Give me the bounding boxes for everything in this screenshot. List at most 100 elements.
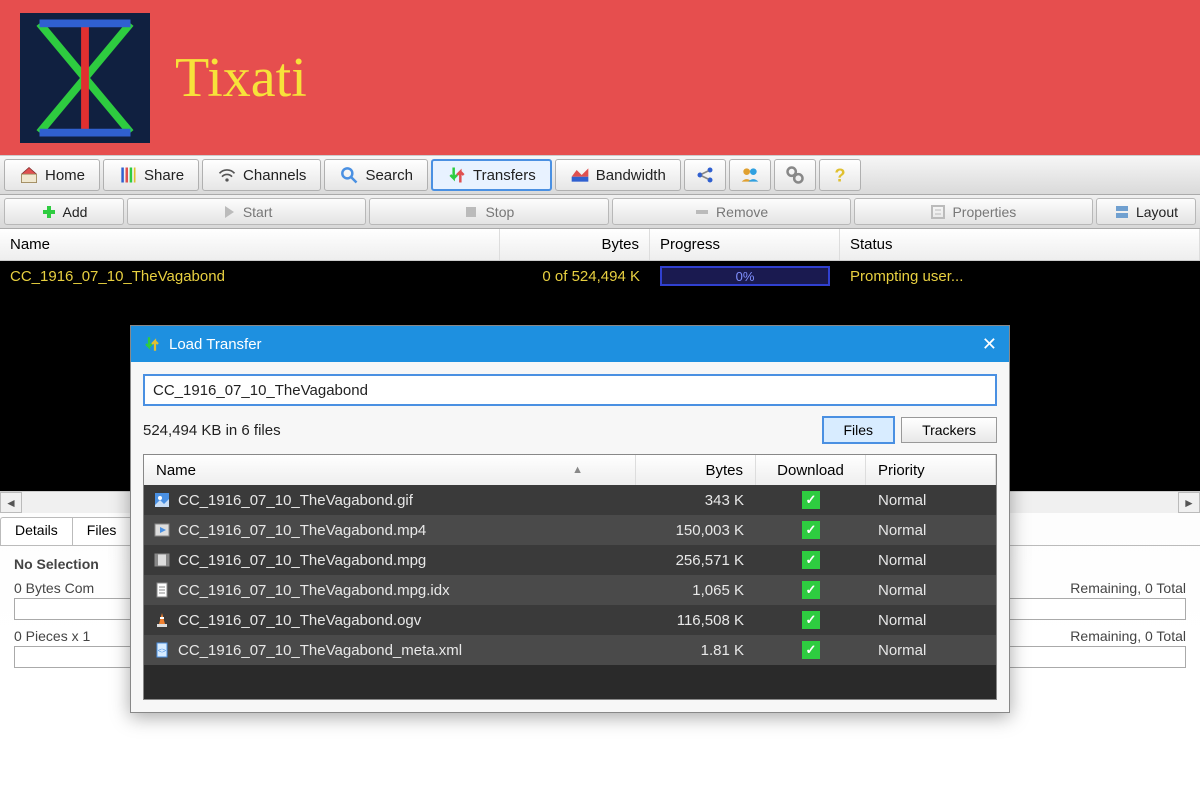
app-logo [20, 13, 150, 143]
dialog-info: 524,494 KB in 6 files [143, 422, 816, 439]
search-label: Search [365, 167, 413, 184]
close-icon[interactable]: ✕ [982, 334, 997, 355]
file-name: CC_1916_07_10_TheVagabond.mp4 [178, 522, 426, 539]
file-type-icon [154, 612, 170, 628]
file-col-priority[interactable]: Priority [866, 455, 996, 485]
home-icon [19, 165, 39, 185]
file-priority[interactable]: Normal [866, 582, 996, 599]
file-type-icon [154, 492, 170, 508]
connections-button[interactable] [684, 159, 726, 191]
bytes-remaining-label: Remaining, 0 Total [1070, 580, 1186, 596]
file-priority[interactable]: Normal [866, 612, 996, 629]
download-checkbox[interactable]: ✓ [802, 581, 820, 599]
file-name: CC_1916_07_10_TheVagabond_meta.xml [178, 642, 462, 659]
users-button[interactable] [729, 159, 771, 191]
file-col-download[interactable]: Download [756, 455, 866, 485]
file-bytes: 256,571 K [636, 552, 756, 569]
svg-text:?: ? [834, 165, 845, 185]
bandwidth-button[interactable]: Bandwidth [555, 159, 681, 191]
layout-button[interactable]: Layout [1096, 198, 1196, 225]
file-bytes: 343 K [636, 492, 756, 509]
column-header-row: Name Bytes Progress Status [0, 229, 1200, 261]
stop-icon [463, 204, 479, 220]
file-bytes: 1.81 K [636, 642, 756, 659]
file-bytes: 1,065 K [636, 582, 756, 599]
file-priority[interactable]: Normal [866, 552, 996, 569]
settings-button[interactable] [774, 159, 816, 191]
download-checkbox[interactable]: ✓ [802, 521, 820, 539]
download-checkbox[interactable]: ✓ [802, 611, 820, 629]
stop-button[interactable]: Stop [369, 198, 608, 225]
file-priority[interactable]: Normal [866, 642, 996, 659]
file-col-name[interactable]: Name▲ [144, 455, 636, 485]
share-icon [118, 165, 138, 185]
dialog-tab-trackers[interactable]: Trackers [901, 417, 997, 443]
file-name: CC_1916_07_10_TheVagabond.mpg.idx [178, 582, 450, 599]
load-transfer-dialog: Load Transfer ✕ 524,494 KB in 6 files Fi… [130, 325, 1010, 713]
scroll-left-arrow[interactable]: ◄ [0, 492, 22, 513]
file-row[interactable]: CC_1916_07_10_TheVagabond.ogv 116,508 K ✓ N… [144, 605, 996, 635]
download-checkbox[interactable]: ✓ [802, 641, 820, 659]
transfer-bytes: 0 of 524,494 K [500, 268, 650, 285]
remove-button[interactable]: Remove [612, 198, 851, 225]
file-name: CC_1916_07_10_TheVagabond.gif [178, 492, 413, 509]
svg-text:<>: <> [158, 648, 166, 655]
column-status[interactable]: Status [840, 229, 1200, 260]
gear-icon [785, 165, 805, 185]
sort-asc-icon: ▲ [572, 464, 583, 476]
transfer-row[interactable]: CC_1916_07_10_TheVagabond 0 of 524,494 K… [0, 261, 1200, 291]
start-button[interactable]: Start [127, 198, 366, 225]
file-type-icon [154, 522, 170, 538]
transfers-icon [447, 165, 467, 185]
users-icon [740, 165, 760, 185]
transfers-label: Transfers [473, 167, 536, 184]
scroll-right-arrow[interactable]: ► [1178, 492, 1200, 513]
column-name[interactable]: Name [0, 229, 500, 260]
file-priority[interactable]: Normal [866, 492, 996, 509]
column-bytes[interactable]: Bytes [500, 229, 650, 260]
add-label: Add [63, 204, 88, 220]
file-row[interactable]: CC_1916_07_10_TheVagabond.mpg.idx 1,065 K… [144, 575, 996, 605]
file-row[interactable]: CC_1916_07_10_TheVagabond.mpg256,571 K✓N… [144, 545, 996, 575]
add-button[interactable]: Add [4, 198, 124, 225]
dialog-titlebar[interactable]: Load Transfer ✕ [131, 326, 1009, 362]
file-row[interactable]: <> CC_1916_07_10_TheVagabond_meta.xml 1.81… [144, 635, 996, 665]
properties-icon [930, 204, 946, 220]
share-button[interactable]: Share [103, 159, 199, 191]
home-button[interactable]: Home [4, 159, 100, 191]
transfer-progress: 0% [650, 266, 840, 286]
plus-icon [41, 204, 57, 220]
tab-files[interactable]: Files [72, 517, 132, 545]
download-checkbox[interactable]: ✓ [802, 491, 820, 509]
transfer-name: CC_1916_07_10_TheVagabond [0, 268, 500, 285]
pieces-label: 0 Pieces x 1 [14, 628, 90, 644]
file-table: Name▲ Bytes Download Priority CC_1916_07… [143, 454, 997, 700]
banner: Tixati [0, 0, 1200, 155]
help-button[interactable]: ? [819, 159, 861, 191]
file-row[interactable]: CC_1916_07_10_TheVagabond.mp4150,003 K✓N… [144, 515, 996, 545]
properties-button[interactable]: Properties [854, 198, 1093, 225]
dialog-title: Load Transfer [169, 336, 262, 353]
main-toolbar: Home Share Channels Search Transfers Ban… [0, 155, 1200, 195]
file-col-bytes[interactable]: Bytes [636, 455, 756, 485]
channels-button[interactable]: Channels [202, 159, 321, 191]
banner-title: Tixati [175, 46, 307, 110]
dialog-tab-files[interactable]: Files [822, 416, 896, 444]
download-checkbox[interactable]: ✓ [802, 551, 820, 569]
transfer-name-input[interactable] [143, 374, 997, 406]
pieces-remaining-label: Remaining, 0 Total [1070, 628, 1186, 644]
file-name: CC_1916_07_10_TheVagabond.ogv [178, 612, 421, 629]
file-priority[interactable]: Normal [866, 522, 996, 539]
column-progress[interactable]: Progress [650, 229, 840, 260]
search-button[interactable]: Search [324, 159, 428, 191]
file-row[interactable]: CC_1916_07_10_TheVagabond.gif 343 K ✓ Norma… [144, 485, 996, 515]
play-icon [221, 204, 237, 220]
file-table-header: Name▲ Bytes Download Priority [144, 455, 996, 485]
remove-label: Remove [716, 204, 768, 220]
file-bytes: 116,508 K [636, 612, 756, 629]
transfers-button[interactable]: Transfers [431, 159, 552, 191]
tab-details[interactable]: Details [0, 517, 73, 545]
table-fade [144, 665, 996, 699]
connections-icon [695, 165, 715, 185]
minus-icon [694, 204, 710, 220]
